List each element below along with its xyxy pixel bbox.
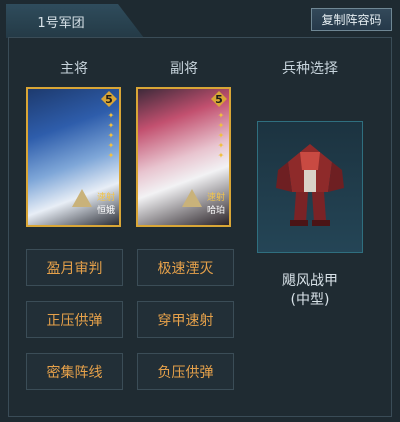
deputy-general-header: 副将: [170, 61, 198, 77]
deputy-general-card[interactable]: 5 ✦ ✦ ✦ ✦ ✦ 速射 哈珀: [136, 87, 231, 227]
star-rating-icon: ✦ ✦ ✦ ✦ ✦: [107, 111, 115, 160]
unit-select-header: 兵种选择: [282, 61, 338, 77]
main-general-header: 主将: [60, 61, 88, 77]
level-badge: 5: [211, 91, 227, 107]
rank-emblem-icon: [182, 189, 202, 207]
mech-icon: [276, 144, 344, 226]
unit-name-label: 飓风战甲 (中型): [240, 272, 380, 310]
legion-panel: 1号军团 复制阵容码 主将 副将 兵种选择 5 ✦ ✦ ✦ ✦ ✦ 速射 恒娥 5 ✦ ✦…: [0, 0, 400, 422]
skill-slot[interactable]: 盈月审判: [26, 249, 123, 286]
card-role: 速射: [96, 193, 115, 203]
card-name: 恒娥: [96, 206, 115, 216]
tab-legion-1[interactable]: 1号军团: [6, 4, 144, 38]
tab-label: 1号军团: [37, 15, 85, 31]
unit-name: 飓风战甲: [282, 273, 338, 289]
skill-slot[interactable]: 正压供弹: [26, 301, 123, 338]
unit-select-card[interactable]: [257, 121, 363, 253]
rank-emblem-icon: [72, 189, 92, 207]
skill-slot[interactable]: 负压供弹: [137, 353, 234, 390]
skill-slot[interactable]: 穿甲速射: [137, 301, 234, 338]
unit-type: (中型): [290, 292, 330, 308]
skill-slot[interactable]: 极速湮灭: [137, 249, 234, 286]
card-name: 哈珀: [206, 206, 225, 216]
skill-slot[interactable]: 密集阵线: [26, 353, 123, 390]
card-role: 速射: [206, 193, 225, 203]
level-badge: 5: [101, 91, 117, 107]
star-rating-icon: ✦ ✦ ✦ ✦ ✦: [217, 111, 225, 160]
copy-lineup-code-button[interactable]: 复制阵容码: [311, 8, 392, 31]
main-general-card[interactable]: 5 ✦ ✦ ✦ ✦ ✦ 速射 恒娥: [26, 87, 121, 227]
